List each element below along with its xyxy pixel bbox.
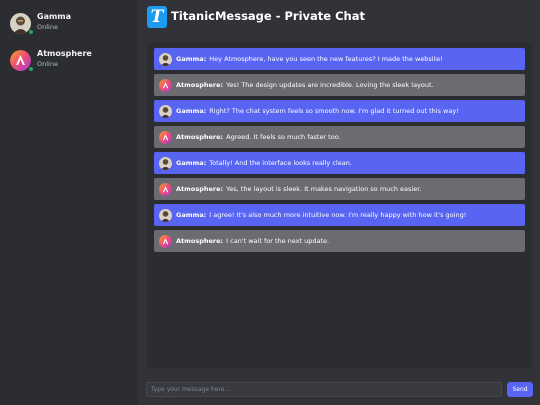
message-text: Yes, the layout is sleek. It makes navig… xyxy=(226,185,422,193)
user-status: Online xyxy=(37,60,58,68)
message-text: Agreed. It feels so much faster too. xyxy=(226,133,341,141)
send-button[interactable]: Send xyxy=(507,382,533,397)
message-text: Hey Atmosphere, have you seen the new fe… xyxy=(209,55,443,63)
gamma-avatar-icon xyxy=(159,156,172,170)
page-title: TitanicMessage - Private Chat xyxy=(171,9,365,23)
message-text: I agree! It's also much more intuitive n… xyxy=(209,211,467,219)
message-item: Atmosphere: I can't wait for the next up… xyxy=(154,230,525,252)
user-status: Online xyxy=(37,23,58,31)
user-name: Gamma xyxy=(37,12,72,21)
message-item: Gamma: Hey Atmosphere, have you seen the… xyxy=(154,48,525,70)
message-sender: Atmosphere: xyxy=(176,185,224,193)
message-sender: Atmosphere: xyxy=(176,237,224,245)
user-sidebar: Gamma Online Atmosphere Online xyxy=(0,0,138,405)
message-sender: Gamma: xyxy=(176,211,207,219)
message-item: Gamma: Right? The chat system feels so s… xyxy=(154,100,525,122)
message-input[interactable] xyxy=(146,382,502,397)
message-sender: Gamma: xyxy=(176,55,207,63)
message-text: I can't wait for the next update. xyxy=(226,237,330,245)
app-logo-icon: T xyxy=(147,6,167,28)
message-composer: Send xyxy=(138,376,540,405)
atmosphere-avatar-icon xyxy=(159,234,172,248)
chat-header: T TitanicMessage - Private Chat xyxy=(138,0,540,36)
message-item: Gamma: Totally! And the interface looks … xyxy=(154,152,525,174)
message-item: Atmosphere: Yes, the layout is sleek. It… xyxy=(154,178,525,200)
message-text: Right? The chat system feels so smooth n… xyxy=(209,107,459,115)
gamma-avatar-icon xyxy=(159,104,172,118)
user-item-gamma[interactable]: Gamma Online xyxy=(0,10,138,46)
user-item-atmosphere[interactable]: Atmosphere Online xyxy=(0,47,138,83)
message-sender: Atmosphere: xyxy=(176,133,224,141)
user-name: Atmosphere xyxy=(37,49,92,58)
gamma-avatar-icon xyxy=(159,52,172,66)
atmosphere-avatar-icon xyxy=(159,130,172,144)
message-list[interactable]: Gamma: Hey Atmosphere, have you seen the… xyxy=(147,42,532,368)
atmosphere-avatar-icon xyxy=(159,182,172,196)
message-item: Gamma: I agree! It's also much more intu… xyxy=(154,204,525,226)
message-item: Atmosphere: Agreed. It feels so much fas… xyxy=(154,126,525,148)
message-sender: Gamma: xyxy=(176,107,207,115)
message-sender: Gamma: xyxy=(176,159,207,167)
message-text: Yes! The design updates are incredible. … xyxy=(226,81,434,89)
message-item: Atmosphere: Yes! The design updates are … xyxy=(154,74,525,96)
online-status-dot xyxy=(28,29,34,35)
message-text: Totally! And the interface looks really … xyxy=(209,159,352,167)
message-sender: Atmosphere: xyxy=(176,81,224,89)
online-status-dot xyxy=(28,66,34,72)
atmosphere-avatar-icon xyxy=(159,78,172,92)
gamma-avatar-icon xyxy=(159,208,172,222)
